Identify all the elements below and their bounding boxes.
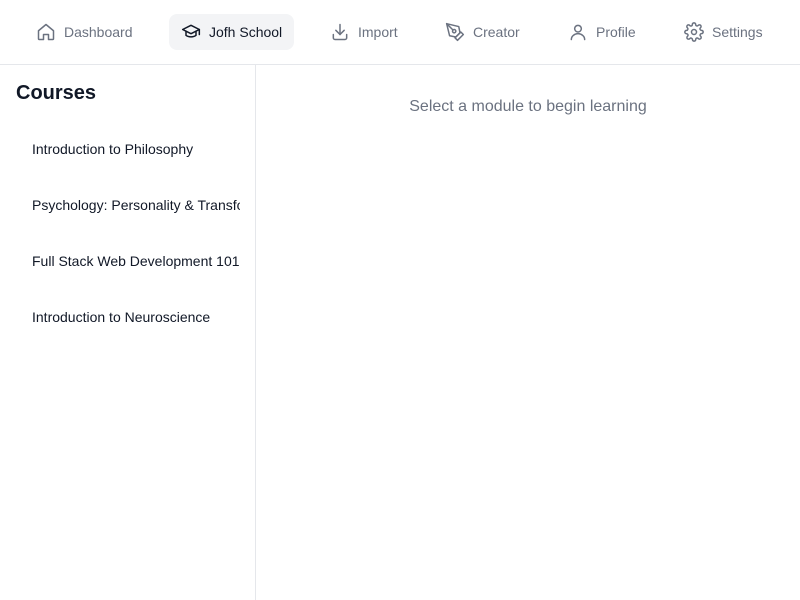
nav-item-label: Settings — [712, 24, 763, 40]
sidebar-title: Courses — [16, 82, 97, 104]
pen-tool-icon — [445, 22, 465, 42]
nav-item-label: Profile — [596, 24, 636, 40]
nav-item-label: Jofh School — [209, 24, 283, 40]
course-item-label: Introduction to Philosophy — [32, 141, 194, 157]
course-item[interactable]: Psychology: Personality & Transformation — [0, 177, 240, 233]
nav-item-label: Import — [358, 24, 398, 40]
nav-item-dashboard[interactable]: Dashboard — [24, 14, 145, 50]
courses-sidebar: Courses Introduction to Philosophy Psych… — [0, 65, 256, 600]
nav-item-jofh-school[interactable]: Jofh School — [169, 14, 295, 50]
top-navigation: Dashboard Jofh School Import Creator Pro… — [0, 0, 800, 65]
nav-item-import[interactable]: Import — [318, 14, 410, 50]
course-item[interactable]: Introduction to Philosophy — [0, 121, 240, 177]
nav-item-label: Dashboard — [64, 24, 133, 40]
nav-item-creator[interactable]: Creator — [433, 14, 532, 50]
nav-item-settings[interactable]: Settings — [672, 14, 775, 50]
course-item-label: Psychology: Personality & Transformation — [32, 197, 240, 213]
download-icon — [330, 22, 350, 42]
graduation-cap-icon — [181, 22, 201, 42]
nav-item-profile[interactable]: Profile — [556, 14, 648, 50]
course-item-label: Introduction to Neuroscience — [32, 309, 211, 325]
user-icon — [568, 22, 588, 42]
course-list: Introduction to Philosophy Psychology: P… — [0, 121, 240, 345]
nav-item-label: Creator — [473, 24, 520, 40]
course-item[interactable]: Introduction to Neuroscience — [0, 289, 240, 345]
home-icon — [36, 22, 56, 42]
gear-icon — [684, 22, 704, 42]
empty-state-message: Select a module to begin learning — [409, 98, 647, 115]
main-content: Select a module to begin learning — [256, 65, 800, 600]
course-item-label: Full Stack Web Development 101 — [32, 253, 240, 269]
course-item[interactable]: Full Stack Web Development 101 — [0, 233, 240, 289]
